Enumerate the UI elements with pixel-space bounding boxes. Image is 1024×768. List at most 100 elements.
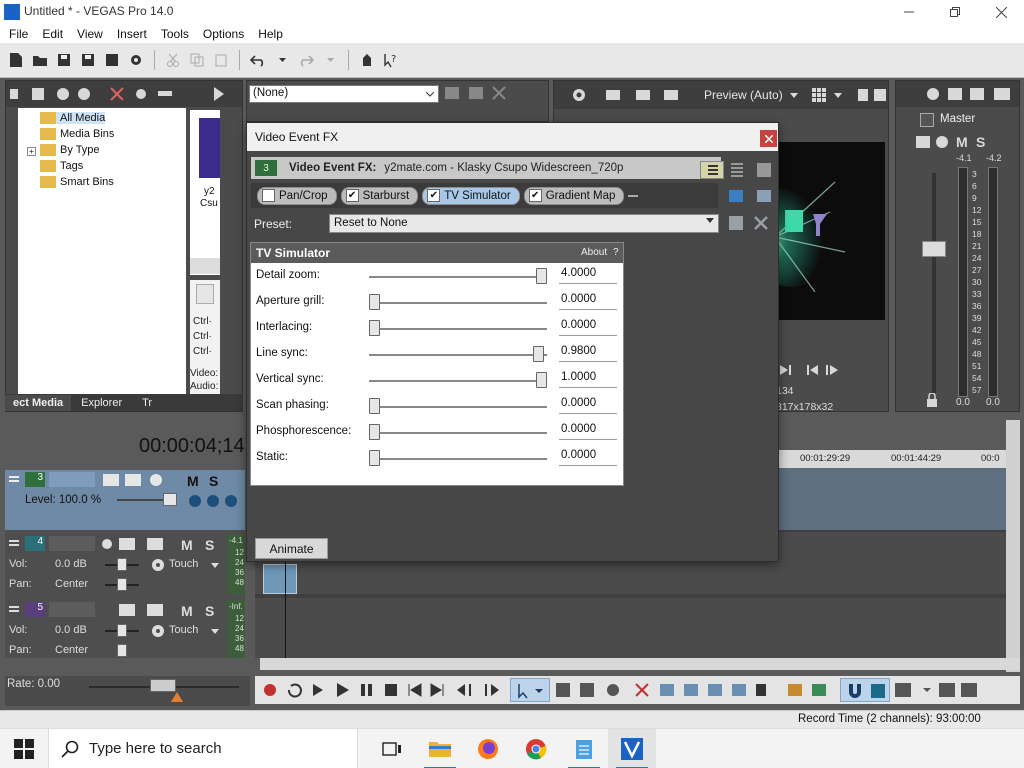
save-as-button[interactable] (78, 50, 98, 70)
new-button[interactable] (6, 50, 26, 70)
param-slider-thumb[interactable] (369, 320, 380, 336)
chain-gradient-map[interactable]: ✔ Gradient Map (523, 186, 625, 205)
render-button[interactable] (102, 50, 122, 70)
redo-button[interactable] (296, 50, 316, 70)
tree-smart-bins[interactable]: Smart Bins (40, 176, 114, 188)
chain-tv-simulator[interactable]: ✔ TV Simulator (422, 186, 520, 205)
track-5-name[interactable] (49, 602, 95, 617)
enable-snapping-button[interactable] (357, 50, 377, 70)
tab-explorer[interactable]: Explorer (71, 397, 132, 409)
param-slider-track[interactable] (369, 432, 547, 434)
tree-by-type[interactable]: By Type (40, 144, 100, 156)
track-5-lane[interactable] (255, 598, 1010, 658)
menu-edit[interactable]: Edit (35, 27, 70, 41)
vegas-app[interactable] (608, 728, 656, 768)
param-value-field[interactable]: 0.0000 (559, 397, 617, 414)
normal-edit-tool[interactable] (510, 678, 550, 702)
preset-dropdown[interactable]: Reset to None (329, 214, 719, 233)
track-5-header[interactable]: 5 MS Vol: 0.0 dB Touch Pan: Center -Inf.… (5, 600, 245, 658)
notepad-app[interactable] (560, 729, 608, 768)
rate-slider[interactable] (150, 679, 176, 692)
track-3-name[interactable] (49, 472, 95, 487)
dialog-close-button[interactable] (760, 130, 777, 147)
restore-button[interactable] (932, 0, 978, 24)
media-thumbnail[interactable]: y2 Csu (190, 110, 220, 275)
start-button[interactable] (14, 739, 34, 759)
track-5-automation-mode[interactable]: Touch (169, 624, 198, 636)
param-slider-track[interactable] (369, 380, 547, 382)
param-slider-track[interactable] (369, 276, 547, 278)
param-slider-track[interactable] (369, 458, 547, 460)
pan-crop-checkbox[interactable] (262, 189, 275, 202)
fx-filter-dropdown[interactable]: (None) (249, 85, 439, 103)
preview-quality[interactable]: Preview (Auto) (704, 88, 783, 102)
param-slider-thumb[interactable] (369, 424, 380, 440)
param-slider-track[interactable] (369, 328, 547, 330)
taskbar-search[interactable]: Type here to search (48, 728, 358, 768)
param-value-field[interactable]: 1.0000 (559, 371, 617, 388)
menu-file[interactable]: File (2, 27, 35, 41)
tree-tags[interactable]: Tags (40, 160, 83, 172)
save-button[interactable] (54, 50, 74, 70)
task-view-button[interactable] (368, 729, 416, 768)
param-slider-thumb[interactable] (536, 268, 547, 284)
track-5-volume-slider[interactable] (117, 624, 127, 637)
close-window-button[interactable] (978, 0, 1024, 24)
minimize-button[interactable] (886, 0, 932, 24)
track-3-level-slider[interactable] (163, 493, 177, 506)
tv-simulator-checkbox[interactable]: ✔ (427, 189, 441, 202)
copy-button[interactable] (187, 50, 207, 70)
help-link[interactable]: ? (613, 247, 619, 258)
tree-media-bins[interactable]: Media Bins (40, 128, 114, 140)
param-slider-thumb[interactable] (369, 450, 380, 466)
tab-project-media[interactable]: ect Media (5, 394, 72, 411)
track-4-header[interactable]: 4 MS Vol: 0.0 dB Touch Pan: Center -4.1 … (5, 534, 245, 594)
audio-event-clip[interactable] (263, 564, 297, 594)
param-slider-track[interactable] (369, 406, 547, 408)
paste-button[interactable] (211, 50, 231, 70)
open-button[interactable] (30, 50, 50, 70)
file-explorer-app[interactable] (416, 729, 464, 768)
redo-dropdown[interactable] (320, 50, 340, 70)
starburst-checkbox[interactable]: ✔ (345, 189, 359, 202)
menu-options[interactable]: Options (196, 27, 251, 41)
param-slider-track[interactable] (369, 354, 547, 356)
param-value-field[interactable]: 0.0000 (559, 293, 617, 310)
track-4-name[interactable] (49, 536, 95, 551)
param-value-field[interactable]: 0.9800 (559, 345, 617, 362)
param-slider-thumb[interactable] (536, 372, 547, 388)
track-4-volume-slider[interactable] (117, 558, 127, 571)
tree-all-media[interactable]: All Media (40, 112, 106, 124)
undo-button[interactable] (248, 50, 268, 70)
menu-view[interactable]: View (70, 27, 110, 41)
dialog-title-bar[interactable]: Video Event FX (247, 123, 778, 151)
param-value-field[interactable]: 0.0000 (559, 423, 617, 440)
param-slider-track[interactable] (369, 302, 547, 304)
preview-frame[interactable] (775, 142, 885, 320)
menu-help[interactable]: Help (251, 27, 290, 41)
tab-transitions[interactable]: Tr (132, 397, 162, 409)
expand-by-type[interactable]: + (27, 147, 36, 156)
whats-this-button[interactable]: ? (381, 50, 401, 70)
menu-insert[interactable]: Insert (110, 27, 154, 41)
param-slider-thumb[interactable] (532, 346, 544, 362)
firefox-app[interactable] (464, 729, 512, 768)
snapping-toggle[interactable] (840, 678, 890, 702)
track-4-pan-slider[interactable] (117, 578, 127, 591)
fx-view-list-button[interactable] (700, 161, 724, 179)
animate-button[interactable]: Animate (255, 538, 328, 559)
undo-dropdown[interactable] (272, 50, 292, 70)
param-slider-thumb[interactable] (369, 294, 380, 310)
menu-tools[interactable]: Tools (154, 27, 196, 41)
param-value-field[interactable]: 0.0000 (559, 319, 617, 336)
about-link[interactable]: About (581, 247, 607, 258)
cut-button[interactable] (163, 50, 183, 70)
chrome-app[interactable] (512, 729, 560, 768)
param-value-field[interactable]: 0.0000 (559, 449, 617, 466)
track-4-automation-mode[interactable]: Touch (169, 558, 198, 570)
track-3-header[interactable]: 3 MS Level: 100.0 % (5, 470, 245, 530)
properties-button[interactable] (126, 50, 146, 70)
chain-starburst[interactable]: ✔ Starburst (340, 186, 419, 205)
chain-pan-crop[interactable]: Pan/Crop (257, 186, 337, 205)
master-fader[interactable] (922, 241, 946, 257)
